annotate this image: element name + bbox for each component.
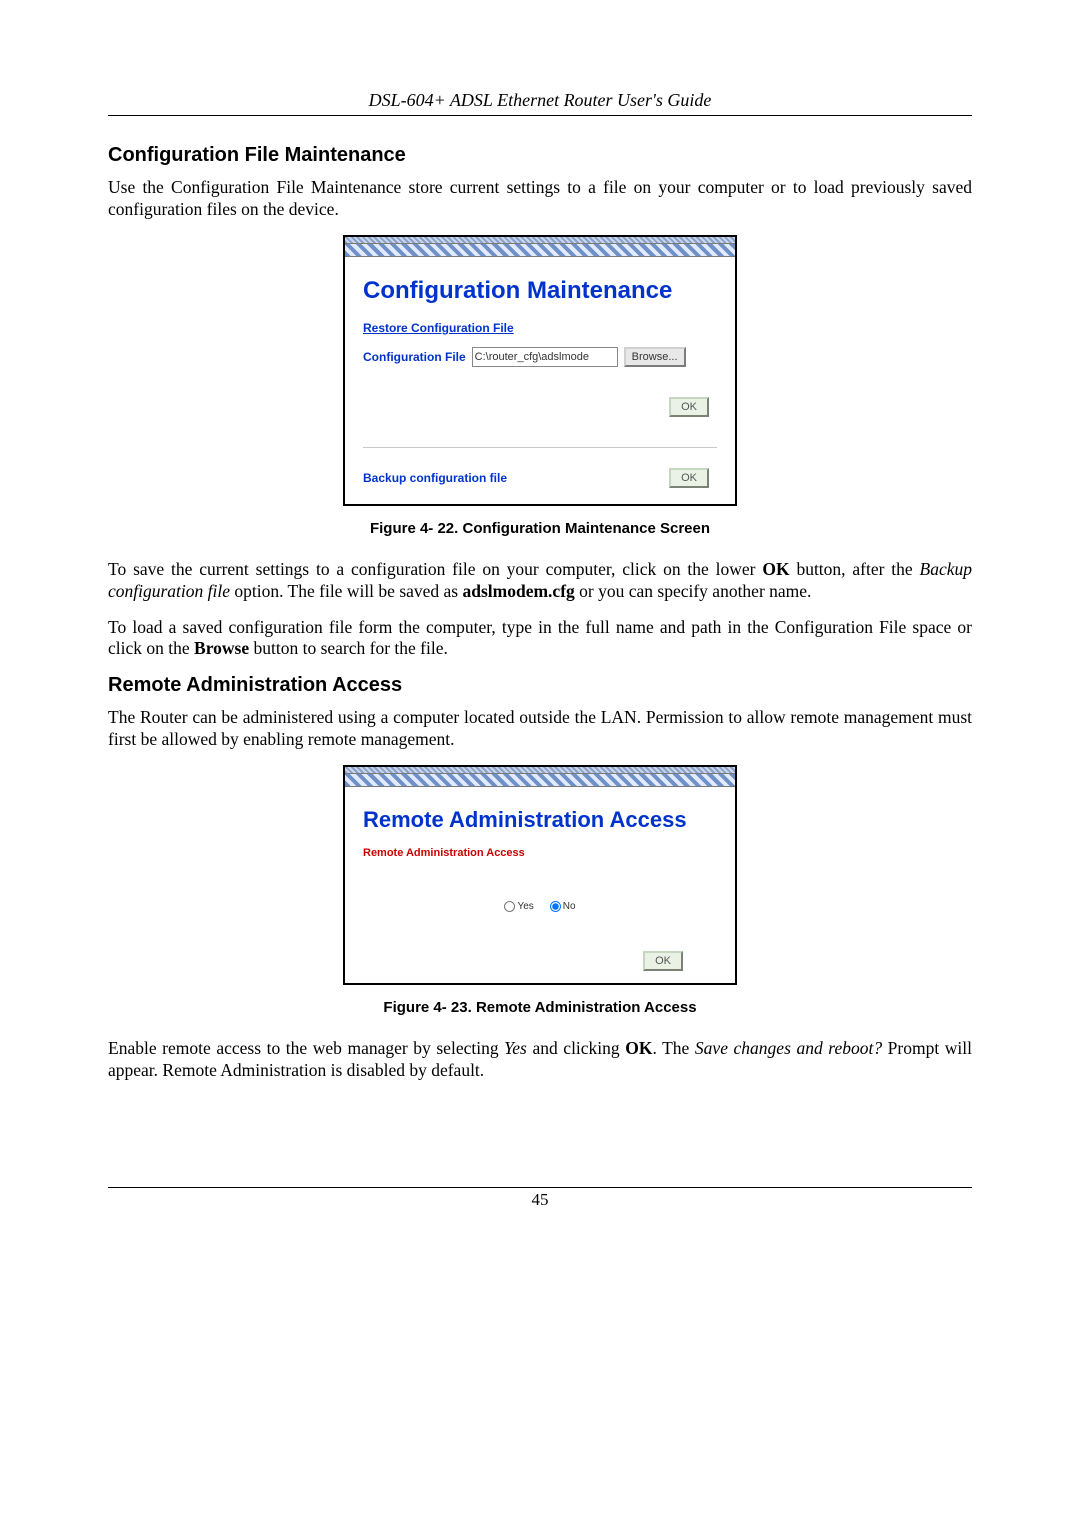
- config-file-label: Configuration File: [363, 350, 466, 364]
- section-title-config: Configuration File Maintenance: [108, 144, 972, 167]
- header-rule: [108, 115, 972, 116]
- panel-ribbon: [345, 244, 735, 257]
- panel-topbar: [345, 237, 735, 244]
- radio-no-label: No: [563, 901, 576, 912]
- panel-ribbon: [345, 774, 735, 787]
- figure1-caption: Figure 4- 22. Configuration Maintenance …: [108, 520, 972, 537]
- remote-ok-button[interactable]: OK: [643, 951, 683, 971]
- t: To save the current settings to a config…: [108, 559, 762, 579]
- t: button to search for the file.: [249, 638, 448, 658]
- t: OK: [625, 1038, 652, 1058]
- remote-section-label: Remote Administration Access: [363, 847, 717, 859]
- section1-intro: Use the Configuration File Maintenance s…: [108, 177, 972, 221]
- radio-no-input[interactable]: [550, 901, 561, 912]
- config-file-input[interactable]: [472, 347, 618, 367]
- t: button, after the: [790, 559, 920, 579]
- t: adslmodem.cfg: [463, 581, 575, 601]
- radio-yes-input[interactable]: [504, 901, 515, 912]
- figure2-caption: Figure 4- 23. Remote Administration Acce…: [108, 999, 972, 1016]
- backup-ok-button[interactable]: OK: [669, 468, 709, 488]
- t: OK: [762, 559, 789, 579]
- t: Save changes and reboot?: [695, 1038, 882, 1058]
- panel-title-remote: Remote Administration Access: [363, 807, 717, 833]
- section1-p2: To save the current settings to a config…: [108, 559, 972, 603]
- radio-yes[interactable]: Yes: [504, 901, 533, 912]
- restore-config-link[interactable]: Restore Configuration File: [363, 321, 514, 335]
- t: Browse: [194, 638, 249, 658]
- panel-title-config: Configuration Maintenance: [363, 277, 717, 305]
- page-number: 45: [108, 1190, 972, 1210]
- browse-button[interactable]: Browse...: [624, 347, 686, 367]
- footer-rule: [108, 1187, 972, 1188]
- t: option. The file will be saved as: [230, 581, 462, 601]
- panel-divider: [363, 447, 717, 448]
- section-title-remote: Remote Administration Access: [108, 674, 972, 697]
- backup-config-label: Backup configuration file: [363, 471, 507, 485]
- page-header: DSL-604+ ADSL Ethernet Router User's Gui…: [108, 90, 972, 111]
- panel-topbar: [345, 767, 735, 774]
- radio-no[interactable]: No: [550, 901, 576, 912]
- restore-ok-button[interactable]: OK: [669, 397, 709, 417]
- radio-yes-label: Yes: [517, 901, 533, 912]
- figure-config-maintenance: Configuration Maintenance Restore Config…: [343, 235, 737, 506]
- section2-intro: The Router can be administered using a c…: [108, 707, 972, 751]
- figure-remote-admin: Remote Administration Access Remote Admi…: [343, 765, 737, 985]
- t: Yes: [504, 1038, 527, 1058]
- t: and clicking: [527, 1038, 625, 1058]
- section2-p2: Enable remote access to the web manager …: [108, 1038, 972, 1082]
- t: . The: [652, 1038, 694, 1058]
- section1-p3: To load a saved configuration file form …: [108, 617, 972, 661]
- t: Enable remote access to the web manager …: [108, 1038, 504, 1058]
- t: or you can specify another name.: [575, 581, 812, 601]
